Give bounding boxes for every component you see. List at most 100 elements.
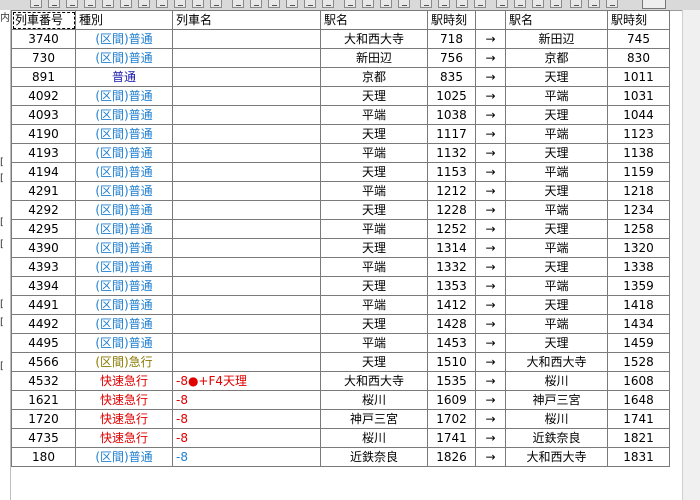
cell-station-from[interactable]: 京都 xyxy=(320,67,428,87)
cell-train-name[interactable] xyxy=(172,314,321,334)
cell-station-to[interactable]: 新田辺 xyxy=(505,29,608,49)
cell-time-dep[interactable]: 1117 xyxy=(427,124,476,144)
table-row[interactable]: 4566 (区間)急行 天理 1510 → 大和西大寺 1528 xyxy=(11,352,670,372)
cell-time-dep[interactable]: 1741 xyxy=(427,428,476,448)
cell-station-to[interactable]: 大和西大寺 xyxy=(505,352,608,372)
cell-train-number[interactable]: 1621 xyxy=(11,390,76,410)
table-row[interactable]: 4390 (区間)普通 天理 1314 → 平端 1320 xyxy=(11,238,670,258)
cell-type[interactable]: (区間)普通 xyxy=(75,162,173,182)
cell-arrow[interactable]: → xyxy=(475,257,506,277)
cell-train-name[interactable]: -8 xyxy=(172,409,321,429)
cell-train-number[interactable]: 4190 xyxy=(11,124,76,144)
toolbar-button-icon[interactable] xyxy=(84,0,96,8)
cell-station-to[interactable]: 平端 xyxy=(505,200,608,220)
cell-station-to[interactable]: 天理 xyxy=(505,181,608,201)
cell-station-from[interactable]: 平端 xyxy=(320,105,428,125)
cell-station-from[interactable]: 天理 xyxy=(320,352,428,372)
cell-time-arr[interactable]: 1528 xyxy=(607,352,670,372)
cell-station-from[interactable]: 近鉄奈良 xyxy=(320,447,428,467)
header-station-to[interactable]: 駅名 xyxy=(505,10,608,30)
cell-type[interactable]: 快速急行 xyxy=(75,409,173,429)
toolbar-button-icon[interactable] xyxy=(380,0,392,8)
cell-type[interactable]: (区間)普通 xyxy=(75,314,173,334)
cell-time-dep[interactable]: 1412 xyxy=(427,295,476,315)
cell-type[interactable]: (区間)普通 xyxy=(75,29,173,49)
cell-train-number[interactable]: 4492 xyxy=(11,314,76,334)
table-row[interactable]: 4092 (区間)普通 天理 1025 → 平端 1031 xyxy=(11,86,670,106)
cell-type[interactable]: (区間)普通 xyxy=(75,333,173,353)
table-row[interactable]: 4492 (区間)普通 天理 1428 → 平端 1434 xyxy=(11,314,670,334)
toolbar-button-icon[interactable] xyxy=(496,0,508,8)
cell-time-arr[interactable]: 1338 xyxy=(607,257,670,277)
cell-train-name[interactable] xyxy=(172,67,321,87)
cell-train-number[interactable]: 3740 xyxy=(11,29,76,49)
cell-time-dep[interactable]: 718 xyxy=(427,29,476,49)
toolbar-button-icon[interactable] xyxy=(362,0,374,8)
cell-train-name[interactable] xyxy=(172,257,321,277)
toolbar-button-icon[interactable] xyxy=(48,0,60,8)
cell-time-dep[interactable]: 1314 xyxy=(427,238,476,258)
cell-time-arr[interactable]: 1031 xyxy=(607,86,670,106)
toolbar-button-icon[interactable] xyxy=(120,0,132,8)
cell-station-from[interactable]: 平端 xyxy=(320,143,428,163)
cell-type[interactable]: (区間)普通 xyxy=(75,200,173,220)
cell-type[interactable]: (区間)普通 xyxy=(75,219,173,239)
cell-train-number[interactable]: 4292 xyxy=(11,200,76,220)
cell-time-arr[interactable]: 1459 xyxy=(607,333,670,353)
cell-train-number[interactable]: 4390 xyxy=(11,238,76,258)
cell-type[interactable]: 快速急行 xyxy=(75,390,173,410)
cell-station-from[interactable]: 天理 xyxy=(320,162,428,182)
table-row[interactable]: 4093 (区間)普通 平端 1038 → 天理 1044 xyxy=(11,105,670,125)
cell-arrow[interactable]: → xyxy=(475,181,506,201)
cell-station-to[interactable]: 平端 xyxy=(505,86,608,106)
cell-arrow[interactable]: → xyxy=(475,143,506,163)
toolbar-button-icon[interactable] xyxy=(156,0,168,8)
cell-time-dep[interactable]: 835 xyxy=(427,67,476,87)
table-row[interactable]: 4190 (区間)普通 天理 1117 → 平端 1123 xyxy=(11,124,670,144)
table-row[interactable]: 180 (区間)普通 -8 近鉄奈良 1826 → 大和西大寺 1831 xyxy=(11,447,670,467)
toolbar-button-icon[interactable] xyxy=(514,0,526,8)
table-row[interactable]: 4393 (区間)普通 平端 1332 → 天理 1338 xyxy=(11,257,670,277)
cell-station-from[interactable]: 平端 xyxy=(320,333,428,353)
toolbar-button-icon[interactable] xyxy=(138,0,150,8)
toolbar-button-icon[interactable] xyxy=(532,0,544,8)
cell-train-number[interactable]: 4194 xyxy=(11,162,76,182)
cell-station-from[interactable]: 桜川 xyxy=(320,428,428,448)
cell-station-from[interactable]: 大和西大寺 xyxy=(320,371,428,391)
cell-train-number[interactable]: 4291 xyxy=(11,181,76,201)
cell-time-arr[interactable]: 1320 xyxy=(607,238,670,258)
toolbar-button-icon[interactable] xyxy=(606,0,618,8)
cell-time-dep[interactable]: 1826 xyxy=(427,447,476,467)
cell-train-name[interactable] xyxy=(172,219,321,239)
cell-type[interactable]: (区間)普通 xyxy=(75,238,173,258)
cell-train-name[interactable]: -8 xyxy=(172,428,321,448)
cell-type[interactable]: (区間)普通 xyxy=(75,295,173,315)
toolbar-button-icon[interactable] xyxy=(250,0,262,8)
header-time-arr[interactable]: 駅時刻 xyxy=(607,10,670,30)
vertical-scrollbar[interactable] xyxy=(682,10,700,500)
cell-time-dep[interactable]: 1252 xyxy=(427,219,476,239)
cell-time-arr[interactable]: 1434 xyxy=(607,314,670,334)
cell-train-number[interactable]: 4193 xyxy=(11,143,76,163)
cell-type[interactable]: 快速急行 xyxy=(75,428,173,448)
cell-train-number[interactable]: 4495 xyxy=(11,333,76,353)
table-row[interactable]: 4735 快速急行 -8 桜川 1741 → 近鉄奈良 1821 xyxy=(11,428,670,448)
cell-station-to[interactable]: 天理 xyxy=(505,67,608,87)
header-type[interactable]: 種別 xyxy=(75,10,173,30)
toolbar-button-icon[interactable] xyxy=(192,0,204,8)
cell-arrow[interactable]: → xyxy=(475,276,506,296)
table-row[interactable]: 1621 快速急行 -8 桜川 1609 → 神戸三宮 1648 xyxy=(11,390,670,410)
cell-arrow[interactable]: → xyxy=(475,67,506,87)
timetable-grid[interactable]: 列車番号 種別 列車名 駅名 駅時刻 駅名 駅時刻 3740 (区間)普通 大和西大… xyxy=(11,10,680,467)
cell-arrow[interactable]: → xyxy=(475,29,506,49)
header-train-number[interactable]: 列車番号 xyxy=(11,10,76,30)
toolbar-button-icon[interactable] xyxy=(232,0,244,8)
cell-arrow[interactable]: → xyxy=(475,86,506,106)
cell-station-from[interactable]: 天理 xyxy=(320,276,428,296)
cell-arrow[interactable]: → xyxy=(475,219,506,239)
cell-station-from[interactable]: 平端 xyxy=(320,219,428,239)
toolbar-button-icon[interactable] xyxy=(304,0,316,8)
cell-time-dep[interactable]: 1228 xyxy=(427,200,476,220)
cell-arrow[interactable]: → xyxy=(475,333,506,353)
cell-type[interactable]: (区間)普通 xyxy=(75,276,173,296)
